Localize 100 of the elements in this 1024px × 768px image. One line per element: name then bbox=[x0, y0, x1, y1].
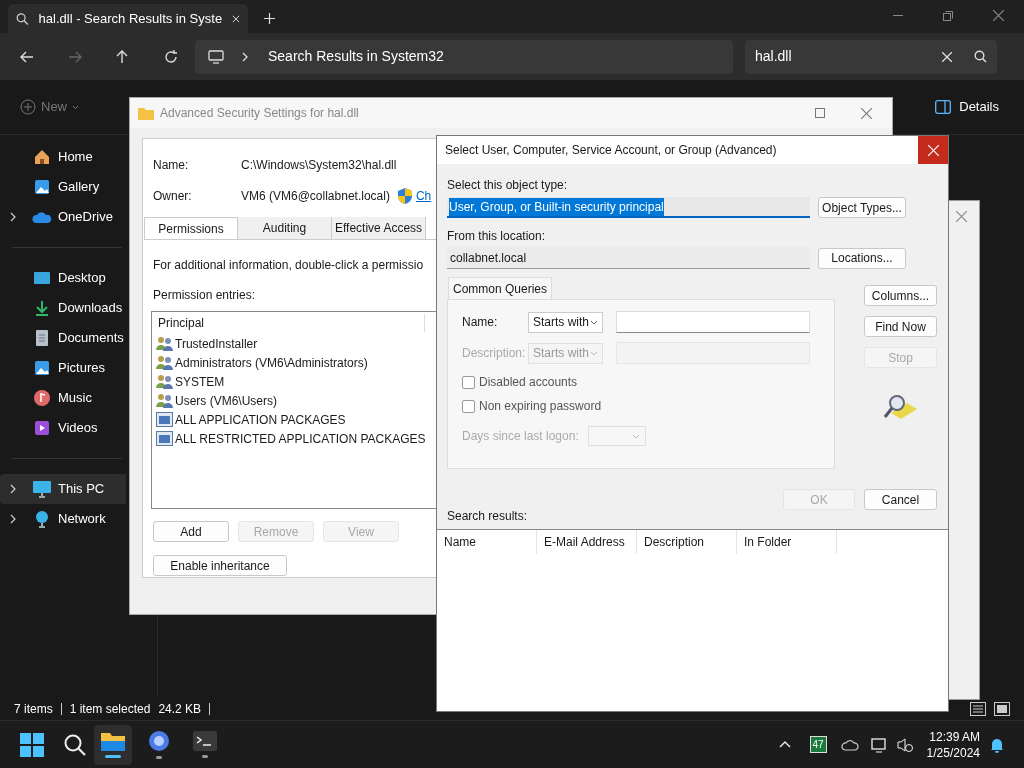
maximize-icon[interactable] bbox=[943, 10, 953, 21]
chevron-icon[interactable] bbox=[10, 514, 16, 524]
users-icon bbox=[156, 393, 173, 408]
tab[interactable]: Common Queries bbox=[448, 277, 552, 299]
document-icon bbox=[34, 329, 50, 347]
tab[interactable]: Effective Access bbox=[332, 217, 426, 239]
start-icon[interactable] bbox=[20, 732, 44, 757]
checkbox-label: Disabled accounts bbox=[479, 374, 578, 391]
sidebar-item[interactable]: Downloads bbox=[0, 293, 126, 323]
name-input[interactable] bbox=[616, 311, 810, 333]
tab[interactable]: Permissions bbox=[144, 217, 238, 239]
sidebar-item[interactable]: Network bbox=[0, 504, 126, 534]
item-count: 7 items bbox=[14, 700, 53, 718]
object-types-button[interactable]: Object Types... bbox=[818, 197, 906, 218]
window-title: Advanced Security Settings for hal.dll bbox=[160, 105, 359, 122]
desktop-icon bbox=[33, 270, 51, 286]
new-tab-icon[interactable] bbox=[264, 13, 275, 24]
address-text: Search Results in System32 bbox=[268, 47, 444, 66]
panel-icon bbox=[935, 100, 952, 114]
clear-icon[interactable] bbox=[942, 51, 952, 62]
sidebar-item[interactable]: Videos bbox=[0, 413, 126, 443]
chevron-icon[interactable] bbox=[10, 212, 16, 222]
clock-date[interactable]: 1/25/2024 bbox=[926, 744, 980, 761]
column-header[interactable]: Name bbox=[437, 530, 537, 554]
tab[interactable]: Auditing bbox=[238, 217, 332, 239]
caret-icon[interactable] bbox=[778, 741, 791, 748]
video-icon bbox=[33, 419, 51, 437]
query-button[interactable]: Find Now bbox=[864, 316, 937, 337]
field-label: Name: bbox=[153, 157, 190, 174]
monitor-icon bbox=[208, 49, 224, 64]
section-label: Permission entries: bbox=[153, 287, 256, 304]
principal-cell-text: ALL RESTRICTED APPLICATION PACKAGES bbox=[175, 430, 426, 448]
query-button[interactable]: Columns... bbox=[864, 285, 937, 306]
selection-count: 1 item selected bbox=[69, 700, 151, 718]
principal-cell-text: SYSTEM bbox=[175, 373, 225, 391]
close-icon[interactable] bbox=[993, 10, 1004, 21]
close-button[interactable] bbox=[918, 136, 948, 164]
caret-icon bbox=[72, 104, 79, 110]
file-path: C:\Windows\System32\hal.dll bbox=[241, 157, 397, 174]
muted-speaker-icon[interactable] bbox=[896, 736, 913, 753]
terminal-icon bbox=[193, 731, 217, 751]
inheritance-button[interactable]: Enable inheritance bbox=[153, 555, 287, 576]
checkbox[interactable] bbox=[462, 399, 475, 413]
location-field: collabnet.local bbox=[447, 247, 810, 269]
field-label: Select this object type: bbox=[447, 177, 568, 194]
sidebar-item[interactable]: Music bbox=[0, 383, 126, 413]
sidebar-item[interactable]: Documents bbox=[0, 323, 126, 353]
pictures-icon bbox=[33, 359, 51, 377]
tray-badge[interactable]: 47 bbox=[809, 736, 827, 753]
taskbar-app[interactable] bbox=[94, 724, 132, 765]
checkbox[interactable] bbox=[462, 375, 475, 389]
results-table[interactable]: Name E-Mail Address Description In Folder bbox=[437, 529, 948, 711]
object-type-field[interactable]: User, Group, or Built-in security principal bbox=[447, 197, 810, 218]
cancel-button[interactable]: Cancel bbox=[864, 489, 937, 510]
change-link[interactable]: Ch bbox=[415, 187, 432, 205]
bell-icon[interactable] bbox=[990, 736, 1004, 753]
principal-cell-text: Administrators (VM6\Administrators) bbox=[175, 354, 368, 372]
clock-time[interactable]: 12:39 AM bbox=[929, 728, 980, 745]
column-header[interactable]: Description bbox=[637, 530, 737, 554]
column-header[interactable]: In Folder bbox=[737, 530, 837, 554]
sidebar-item[interactable]: Desktop bbox=[0, 263, 126, 293]
sidebar-item[interactable]: This PC bbox=[0, 474, 126, 504]
sidebar-item[interactable]: Gallery bbox=[0, 172, 126, 202]
search-text: hal.dll bbox=[755, 47, 793, 66]
sidebar-item[interactable]: Pictures bbox=[0, 353, 126, 383]
back-icon[interactable] bbox=[20, 50, 34, 63]
column-header[interactable]: Principal bbox=[152, 314, 425, 332]
browser-tab[interactable]: hal.dll - Search Results in Syste bbox=[8, 4, 248, 33]
search-icon[interactable] bbox=[64, 733, 86, 756]
new-button[interactable]: New bbox=[20, 97, 79, 117]
gallery-icon bbox=[33, 178, 51, 196]
search-field[interactable]: hal.dll bbox=[745, 39, 997, 74]
maximize-icon[interactable] bbox=[815, 108, 825, 118]
close-icon[interactable] bbox=[861, 107, 872, 119]
forward-icon[interactable] bbox=[68, 50, 82, 63]
chevron-icon[interactable] bbox=[10, 484, 16, 494]
users-icon bbox=[156, 336, 173, 351]
refresh-icon[interactable] bbox=[164, 49, 178, 64]
info-text: For additional information, double-click a permissio bbox=[153, 257, 424, 274]
music-icon bbox=[33, 389, 51, 407]
sidebar-item[interactable]: OneDrive bbox=[0, 202, 126, 232]
cloud-icon[interactable] bbox=[840, 738, 859, 751]
field-label: From this location: bbox=[447, 228, 546, 245]
details-button[interactable]: Details bbox=[935, 97, 999, 117]
folder-icon bbox=[101, 731, 125, 751]
column-header[interactable]: E-Mail Address bbox=[537, 530, 637, 554]
action-button[interactable]: Add bbox=[153, 521, 229, 542]
address-bar[interactable]: Search Results in System32 bbox=[195, 39, 733, 74]
tiles-view-icon[interactable] bbox=[994, 701, 1010, 716]
details-view-icon[interactable] bbox=[970, 701, 986, 716]
locations-button[interactable]: Locations... bbox=[818, 247, 906, 269]
minimize-icon[interactable] bbox=[893, 14, 903, 17]
search-icon[interactable] bbox=[974, 50, 987, 63]
up-icon[interactable] bbox=[116, 49, 128, 64]
match-select[interactable]: Starts with bbox=[528, 311, 603, 333]
section-label: Search results: bbox=[447, 508, 528, 525]
plus-icon bbox=[20, 99, 36, 115]
caret-icon bbox=[590, 350, 598, 356]
sidebar-item[interactable]: Home bbox=[0, 142, 126, 172]
caret-icon bbox=[632, 433, 640, 439]
